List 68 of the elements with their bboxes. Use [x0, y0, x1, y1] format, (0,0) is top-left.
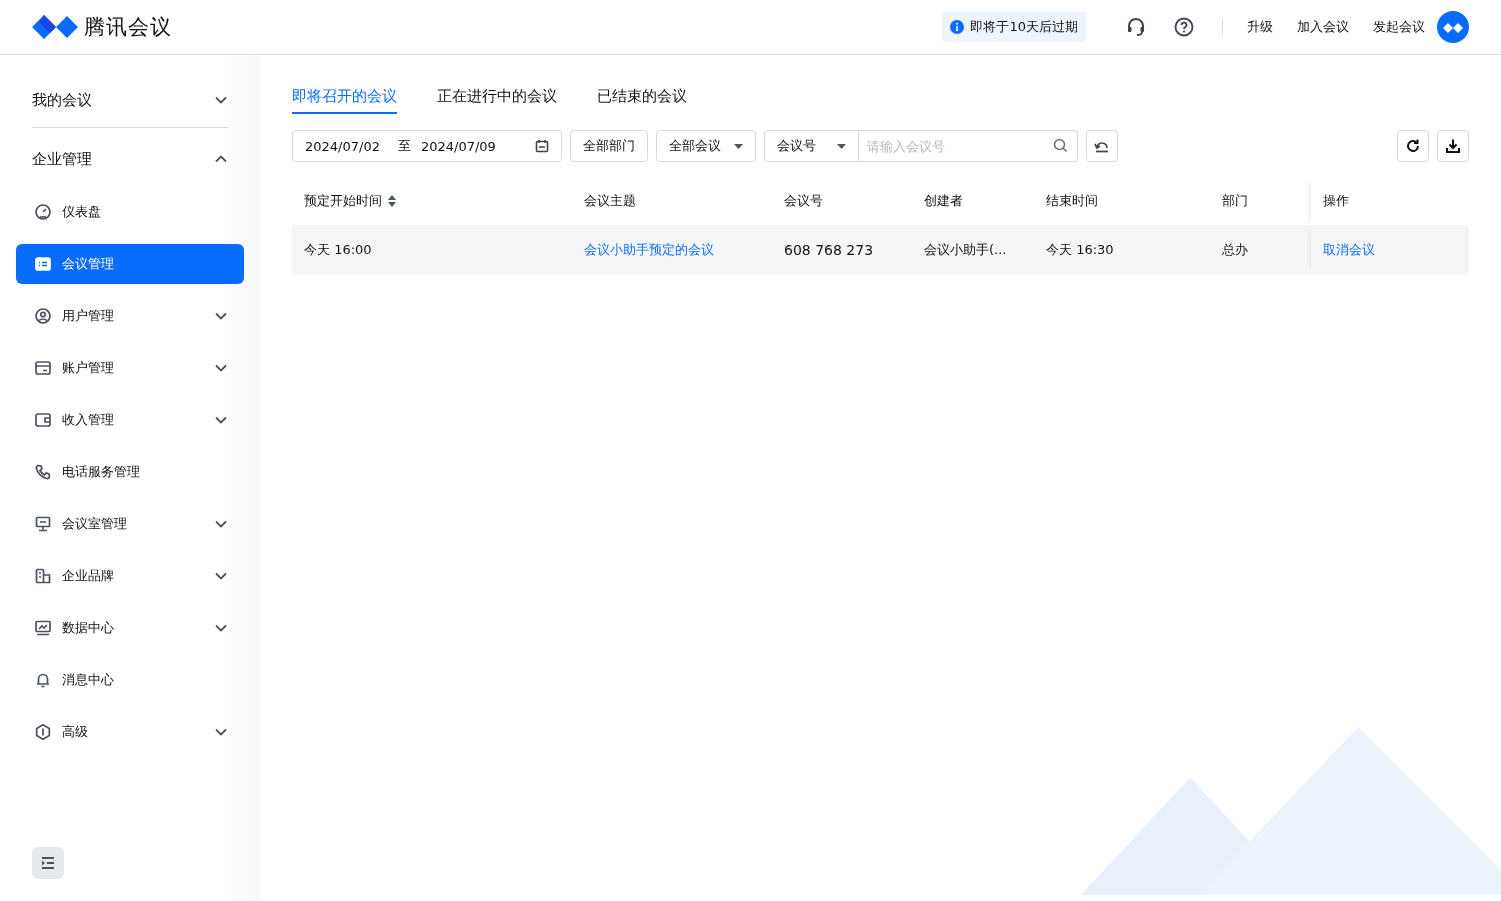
- tab[interactable]: 即将召开的会议: [292, 79, 397, 114]
- sidebar-item[interactable]: 会议管理: [16, 244, 244, 284]
- column-header: 会议主题: [584, 192, 636, 210]
- sidebar-item[interactable]: 仪表盘: [16, 192, 244, 232]
- avatar-icon[interactable]: [1437, 11, 1469, 43]
- sidebar-item[interactable]: 会议室管理: [16, 504, 244, 544]
- logo-icon: [32, 14, 78, 40]
- menu-icon: [34, 411, 52, 429]
- info-icon: [950, 20, 965, 34]
- menu-icon: [34, 307, 52, 325]
- collapse-icon: [40, 856, 56, 870]
- caret-icon: [734, 143, 743, 149]
- table-cell: 608 768 273: [784, 242, 874, 258]
- header-link[interactable]: 加入会议: [1297, 18, 1349, 36]
- sidebar-item[interactable]: 用户管理: [16, 296, 244, 336]
- table-cell: 总办: [1222, 241, 1248, 259]
- menu-icon: [34, 671, 52, 689]
- table-cell: 会议小助手(...: [924, 241, 1007, 259]
- expiry-notice: 即将于10天后过期: [942, 12, 1086, 42]
- sidebar-item[interactable]: 企业品牌: [16, 556, 244, 596]
- refresh-icon: [1405, 138, 1421, 154]
- sidebar-group[interactable]: 我的会议: [16, 79, 244, 121]
- sidebar-group[interactable]: 企业管理: [16, 138, 244, 180]
- header-link[interactable]: 发起会议: [1373, 18, 1425, 36]
- headset-icon[interactable]: [1126, 17, 1146, 37]
- help-icon[interactable]: [1174, 17, 1194, 37]
- column-header[interactable]: 预定开始时间: [304, 192, 382, 210]
- download-button[interactable]: [1437, 130, 1469, 162]
- sidebar-item[interactable]: 电话服务管理: [16, 452, 244, 492]
- brand-name: 腾讯会议: [84, 14, 172, 41]
- column-header: 部门: [1222, 192, 1248, 210]
- cancel-meeting-link[interactable]: 取消会议: [1323, 241, 1375, 259]
- reset-button[interactable]: [1086, 130, 1118, 162]
- column-header: 会议号: [784, 192, 823, 210]
- column-header: 操作: [1323, 192, 1349, 210]
- menu-icon: [34, 255, 52, 273]
- sidebar-item[interactable]: 账户管理: [16, 348, 244, 388]
- table-cell: 今天 16:30: [1046, 241, 1114, 259]
- menu-icon: [34, 723, 52, 741]
- refresh-button[interactable]: [1397, 130, 1429, 162]
- sidebar-item[interactable]: 收入管理: [16, 400, 244, 440]
- column-header: 结束时间: [1046, 192, 1098, 210]
- menu-icon: [34, 619, 52, 637]
- header-link[interactable]: 升级: [1247, 18, 1273, 36]
- caret-icon: [837, 143, 846, 149]
- sidebar-item[interactable]: 高级: [16, 712, 244, 752]
- tab[interactable]: 正在进行中的会议: [437, 79, 557, 114]
- menu-icon: [34, 567, 52, 585]
- meeting-type-dropdown[interactable]: 全部会议: [656, 130, 756, 162]
- search-type-dropdown[interactable]: 会议号: [764, 130, 859, 162]
- tab[interactable]: 已结束的会议: [597, 79, 687, 114]
- menu-icon: [34, 463, 52, 481]
- table-cell: 今天 16:00: [304, 241, 372, 259]
- download-icon: [1445, 138, 1461, 154]
- sidebar-item[interactable]: 数据中心: [16, 608, 244, 648]
- meeting-topic-link[interactable]: 会议小助手预定的会议: [584, 241, 714, 259]
- sidebar-item[interactable]: 消息中心: [16, 660, 244, 700]
- sort-icon[interactable]: [388, 195, 396, 207]
- collapse-sidebar-button[interactable]: [32, 847, 64, 879]
- menu-icon: [34, 203, 52, 221]
- search-field[interactable]: 请输入会议号: [859, 130, 1078, 162]
- column-header: 创建者: [924, 192, 963, 210]
- menu-icon: [34, 359, 52, 377]
- menu-icon: [34, 515, 52, 533]
- calendar-icon: [535, 139, 549, 153]
- department-filter[interactable]: 全部部门: [570, 130, 648, 162]
- search-icon: [1053, 138, 1068, 153]
- date-range-picker[interactable]: 2024/07/02 至 2024/07/09: [292, 130, 562, 162]
